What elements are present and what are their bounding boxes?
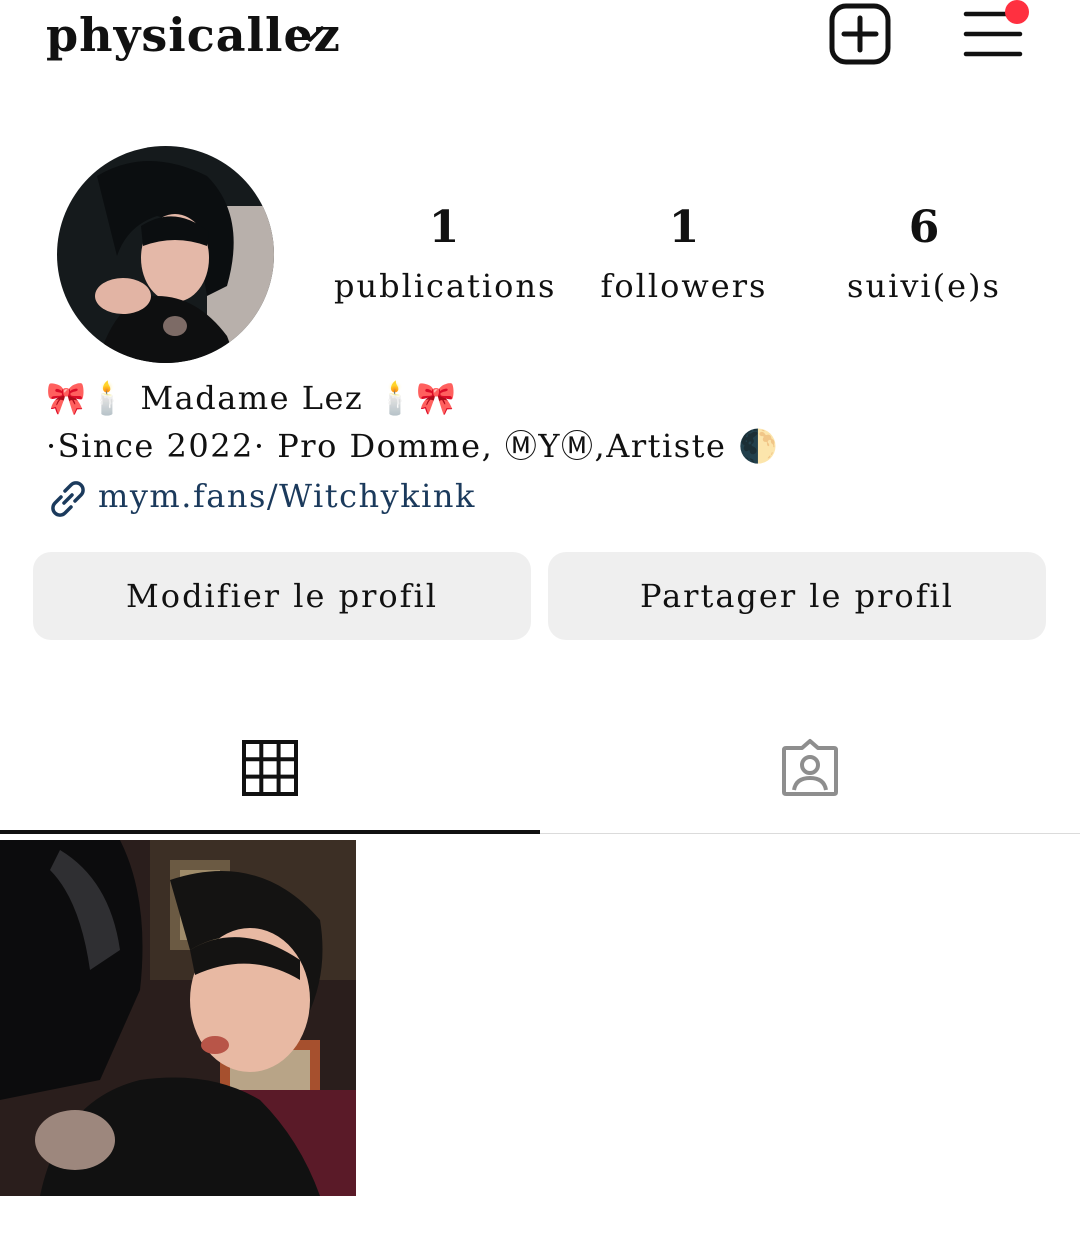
bio-link-text[interactable]: mym.fans/Witchykink bbox=[98, 477, 476, 515]
bio-name-line: 🎀🕯️ Madame Lez 🕯️🎀 bbox=[46, 379, 458, 417]
link-icon bbox=[51, 480, 85, 517]
bio-description-line: ·Since 2022· Pro Domme, ⓂYⓂ,Artiste 🌓 bbox=[46, 427, 780, 465]
stat-value: 1 bbox=[668, 202, 700, 253]
bio-link[interactable]: mym.fans/Witchykink bbox=[46, 470, 1046, 522]
share-profile-button[interactable]: Partager le profil bbox=[548, 552, 1046, 640]
bio: 🎀🕯️ Madame Lez 🕯️🎀 ·Since 2022· Pro Domm… bbox=[46, 374, 1046, 522]
notification-dot bbox=[1005, 0, 1029, 24]
stat-value: 1 bbox=[428, 202, 460, 253]
stat-label: followers bbox=[600, 267, 768, 305]
plus-square-icon[interactable] bbox=[828, 2, 892, 66]
stat-following[interactable]: 6 suivi(e)s bbox=[814, 200, 1034, 316]
top-bar: physicallez bbox=[0, 0, 1080, 80]
avatar[interactable] bbox=[57, 146, 274, 363]
tab-posts-grid[interactable] bbox=[0, 700, 540, 834]
tagged-person-icon bbox=[782, 739, 838, 796]
stat-label: publications bbox=[334, 267, 557, 305]
post-thumbnail[interactable] bbox=[0, 840, 356, 1196]
tab-tagged[interactable] bbox=[540, 700, 1080, 834]
profile-tabs bbox=[0, 700, 1080, 834]
stat-label: suivi(e)s bbox=[847, 267, 1001, 305]
stat-value: 6 bbox=[908, 202, 940, 253]
stat-followers[interactable]: 1 followers bbox=[574, 200, 794, 316]
grid-icon bbox=[242, 740, 298, 796]
stat-publications[interactable]: 1 publications bbox=[334, 200, 554, 316]
chevron-down-icon[interactable] bbox=[294, 22, 326, 46]
edit-profile-button[interactable]: Modifier le profil bbox=[33, 552, 531, 640]
